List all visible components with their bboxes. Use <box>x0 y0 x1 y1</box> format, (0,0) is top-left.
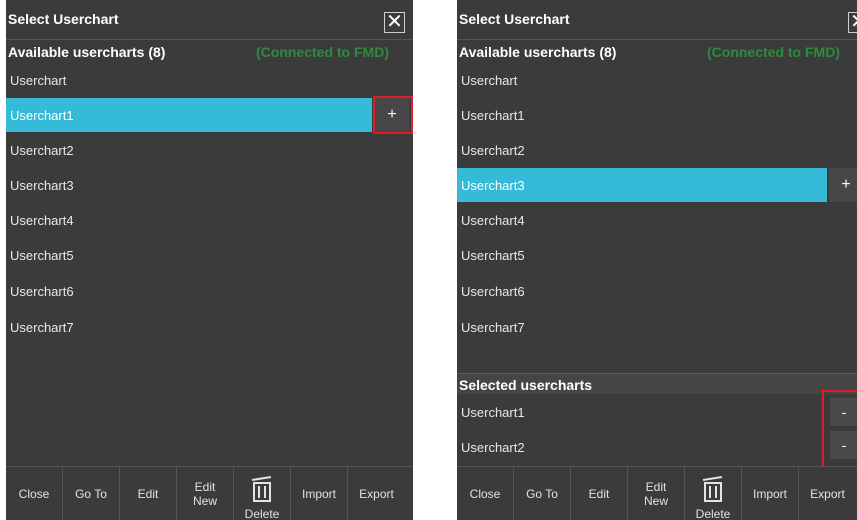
selected-list-item[interactable]: Userchart1 - <box>457 395 857 429</box>
bottom-toolbar: Close Go To Edit Edit New Delete Import E… <box>457 466 857 520</box>
list-item[interactable]: Userchart <box>457 63 857 97</box>
available-header: Available usercharts (8) (Connected to F… <box>6 39 413 62</box>
selected-list-item[interactable]: Userchart2 - <box>457 430 857 464</box>
import-button[interactable]: Import <box>742 467 799 520</box>
list-item-selected[interactable]: Userchart3 + <box>457 168 857 202</box>
edit-new-button[interactable]: Edit New <box>628 467 685 520</box>
list-item[interactable]: Userchart4 <box>6 203 413 237</box>
goto-button[interactable]: Go To <box>63 467 120 520</box>
connection-status: (Connected to FMD) <box>256 44 389 60</box>
export-button[interactable]: Export <box>348 467 405 520</box>
list-item[interactable]: Userchart7 <box>6 310 413 344</box>
selected-label: Selected usercharts <box>459 377 593 393</box>
available-header: Available usercharts (8) (Connected to F… <box>457 39 857 62</box>
close-icon[interactable]: ✕ <box>848 12 857 33</box>
bottom-toolbar: Close Go To Edit Edit New Delete Import E… <box>6 466 413 520</box>
close-icon[interactable]: ✕ <box>384 12 405 33</box>
dialog-title: Select Userchart <box>8 11 119 27</box>
list-item[interactable]: Userchart3 <box>6 168 413 202</box>
list-item[interactable]: Userchart5 <box>6 238 413 272</box>
selected-header: Selected usercharts <box>457 373 857 394</box>
connection-status: (Connected to FMD) <box>707 44 840 60</box>
list-item[interactable]: Userchart1 <box>457 98 857 132</box>
list-item[interactable]: Userchart2 <box>6 133 413 167</box>
list-item[interactable]: Userchart6 <box>457 274 857 308</box>
list-item[interactable]: Userchart6 <box>6 274 413 308</box>
dialog-title: Select Userchart <box>459 11 570 27</box>
list-item[interactable]: Userchart7 <box>457 310 857 344</box>
highlight-box <box>373 96 413 134</box>
goto-button[interactable]: Go To <box>514 467 571 520</box>
close-button[interactable]: Close <box>457 467 514 520</box>
right-dialog: Select Userchart ✕ Available usercharts … <box>457 0 857 520</box>
dialog-titlebar: Select Userchart ✕ <box>457 0 857 36</box>
delete-button[interactable]: Delete <box>685 467 742 520</box>
list-item[interactable]: Userchart4 <box>457 203 857 237</box>
import-button[interactable]: Import <box>291 467 348 520</box>
available-label: Available usercharts (8) <box>459 44 617 60</box>
trash-icon <box>251 476 272 502</box>
list-item[interactable]: Userchart2 <box>457 133 857 167</box>
export-button[interactable]: Export <box>799 467 856 520</box>
highlight-box <box>822 390 857 468</box>
list-item-selected[interactable]: Userchart1 + <box>6 98 413 132</box>
available-label: Available usercharts (8) <box>8 44 166 60</box>
trash-icon <box>702 476 723 502</box>
list-item[interactable]: Userchart5 <box>457 238 857 272</box>
left-dialog: Select Userchart ✕ Available usercharts … <box>6 0 413 520</box>
add-button[interactable]: + <box>829 168 857 202</box>
list-item[interactable]: Userchart <box>6 63 413 97</box>
dialog-titlebar: Select Userchart ✕ <box>6 0 413 36</box>
close-button[interactable]: Close <box>6 467 63 520</box>
edit-new-button[interactable]: Edit New <box>177 467 234 520</box>
delete-button[interactable]: Delete <box>234 467 291 520</box>
edit-button[interactable]: Edit <box>571 467 628 520</box>
edit-button[interactable]: Edit <box>120 467 177 520</box>
